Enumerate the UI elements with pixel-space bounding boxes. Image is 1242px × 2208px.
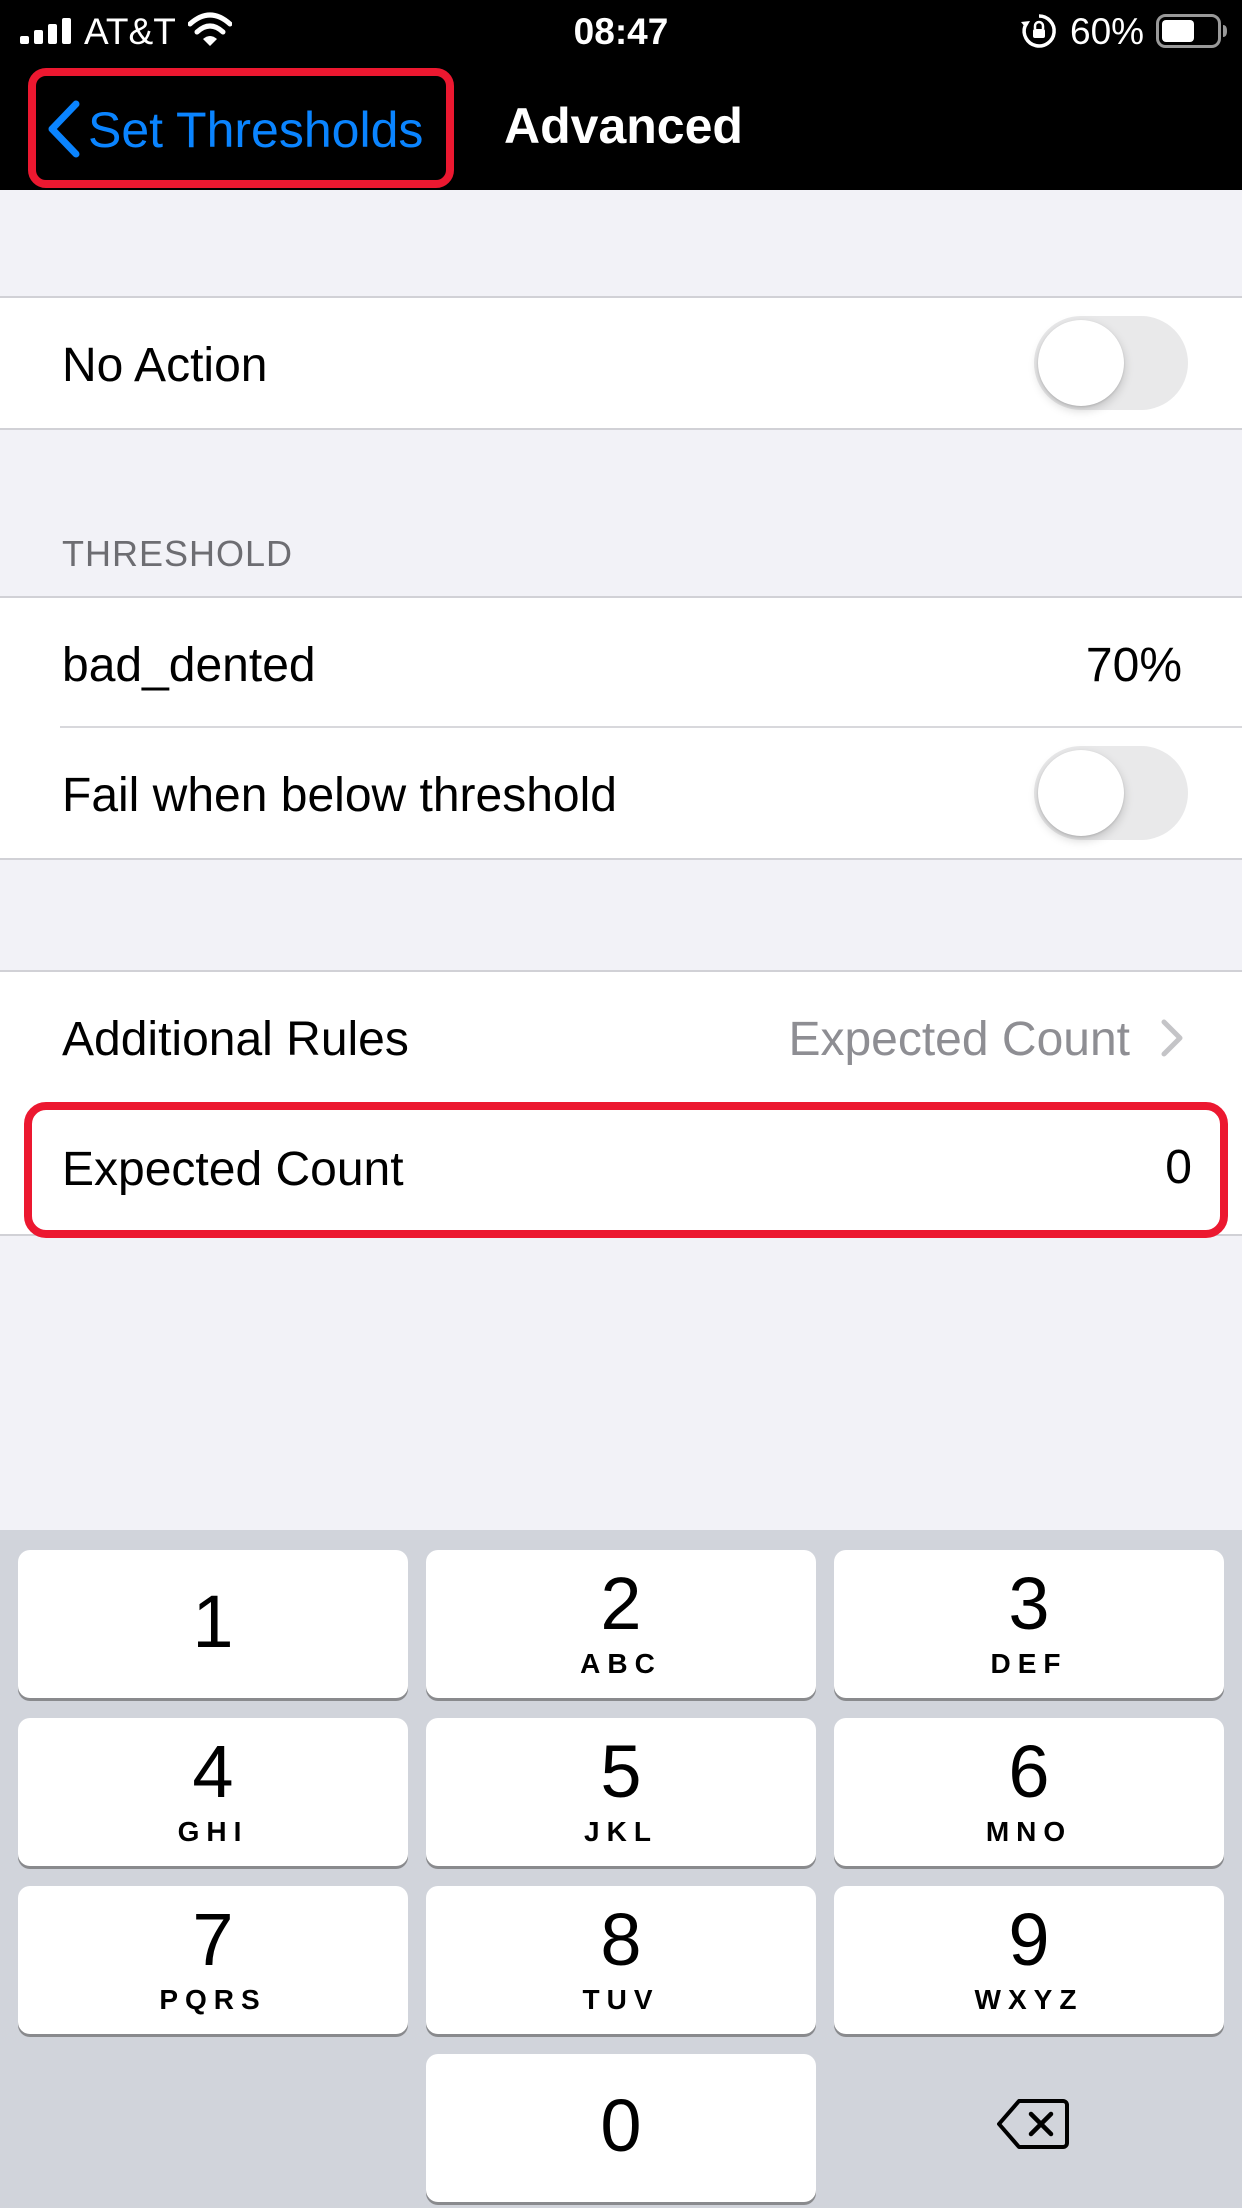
back-button-label: Set Thresholds [88, 102, 424, 158]
key-5[interactable]: 5 JKL [426, 1718, 816, 1866]
key-letters: GHI [177, 1816, 249, 1847]
threshold-group: bad_dented 70% Fail when below threshold [0, 596, 1242, 860]
additional-rules-label: Additional Rules [62, 1013, 409, 1066]
key-1[interactable]: 1 [18, 1550, 408, 1698]
fail-below-threshold-row: Fail when below threshold [0, 728, 1242, 858]
numeric-keypad: 1 2 ABC 3 DEF 4 GHI 5 JKL 6 MNO 7 PQRS 8… [0, 1530, 1242, 2208]
toggle-knob [1038, 750, 1124, 836]
no-action-row: No Action [0, 298, 1242, 428]
navigation-bar: Set Thresholds Advanced [0, 62, 1242, 190]
key-letters: MNO [985, 1816, 1073, 1847]
key-4[interactable]: 4 GHI [18, 1718, 408, 1866]
battery-percent: 60% [1070, 11, 1145, 52]
key-2[interactable]: 2 ABC [426, 1550, 816, 1698]
expected-count-row[interactable]: Expected Count 0 [24, 1102, 1228, 1238]
key-digit: 5 [600, 1730, 642, 1813]
chevron-left-icon [48, 100, 80, 158]
key-digit: 8 [600, 1898, 642, 1981]
key-letters: WXYZ [974, 1984, 1084, 2015]
bad-dented-value: 70% [1085, 639, 1182, 692]
additional-rules-detail: Expected Count [788, 1013, 1130, 1066]
battery-icon [1156, 14, 1227, 48]
key-0[interactable]: 0 [426, 2054, 816, 2202]
key-letters: TUV [582, 1984, 660, 2015]
toggle-knob [1038, 320, 1124, 406]
bad-dented-label: bad_dented [62, 639, 316, 692]
key-letters: PQRS [159, 1984, 267, 2015]
key-3[interactable]: 3 DEF [834, 1550, 1224, 1698]
no-action-group: No Action [0, 296, 1242, 430]
key-9[interactable]: 9 WXYZ [834, 1886, 1224, 2034]
fail-below-threshold-label: Fail when below threshold [62, 769, 617, 822]
bad-dented-row[interactable]: bad_dented 70% [0, 598, 1242, 728]
key-digit: 3 [1008, 1562, 1050, 1645]
key-letters: ABC [580, 1648, 662, 1679]
additional-rules-row[interactable]: Additional Rules Expected Count [0, 972, 1242, 1102]
key-digit: 1 [192, 1580, 234, 1663]
status-bar: AT&T 08:47 60% [0, 0, 1242, 62]
key-letters: DEF [990, 1648, 1068, 1679]
key-7[interactable]: 7 PQRS [18, 1886, 408, 2034]
expected-count-label: Expected Count [62, 1143, 404, 1196]
orientation-lock-icon [1021, 14, 1056, 48]
key-digit: 9 [1008, 1898, 1050, 1981]
backspace-icon [997, 2099, 1069, 2149]
key-8[interactable]: 8 TUV [426, 1886, 816, 2034]
key-digit: 4 [192, 1730, 234, 1813]
no-action-toggle[interactable] [1034, 316, 1188, 410]
expected-count-value[interactable]: 0 [1165, 1140, 1192, 1196]
back-button[interactable]: Set Thresholds [28, 68, 454, 188]
no-action-label: No Action [62, 339, 268, 392]
key-digit: 6 [1008, 1730, 1050, 1813]
key-6[interactable]: 6 MNO [834, 1718, 1224, 1866]
key-digit: 2 [600, 1562, 642, 1645]
page-title: Advanced [504, 98, 743, 154]
delete-key[interactable] [832, 2052, 1238, 2200]
key-digit: 0 [600, 2084, 642, 2167]
key-letters: JKL [584, 1816, 658, 1847]
chevron-right-icon [1161, 1019, 1183, 1057]
key-digit: 7 [192, 1898, 234, 1981]
fail-below-threshold-toggle[interactable] [1034, 746, 1188, 840]
threshold-section-header: THRESHOLD [62, 533, 294, 574]
